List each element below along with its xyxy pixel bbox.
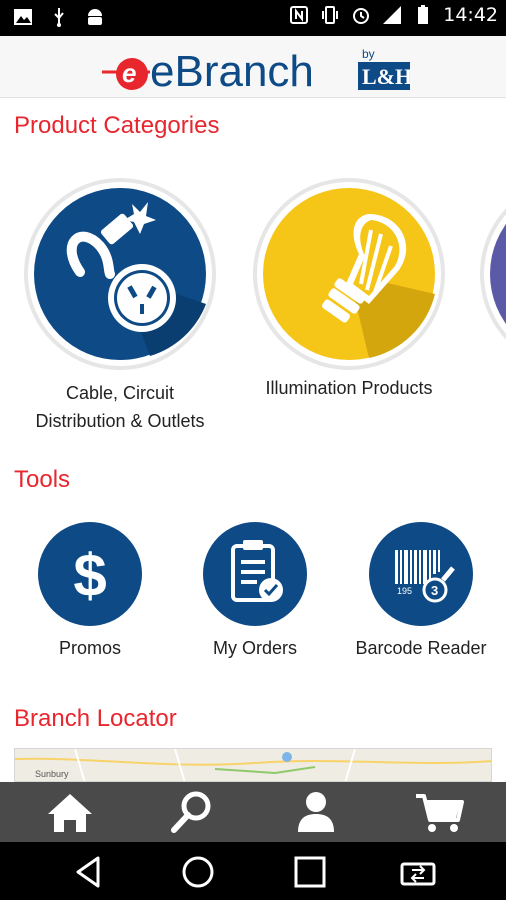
tool-label-barcode-reader: Barcode Reader [355,638,487,658]
barcode-icon: 195 3 [369,522,473,626]
map-town-label: Sunbury [35,769,69,779]
usb-icon [54,8,64,27]
svg-text:e: e [122,58,136,88]
category-label: Illumination Products [265,378,433,398]
ebranch-logo: e eBranch by L&H [102,47,412,96]
tab-search[interactable] [162,788,222,836]
vibrate-icon [322,6,339,24]
tool-barcode-reader[interactable]: 195 3 Barcode Reader [346,522,496,659]
app-header: e eBranch by L&H [0,36,506,98]
svg-text:3: 3 [431,583,438,598]
dollar-icon: $ [38,522,142,626]
search-icon [171,791,211,833]
nav-back-button[interactable] [70,854,110,890]
product-categories-title: Product Categories [14,112,220,139]
nfc-icon [290,6,309,24]
map-roads [15,749,491,781]
tool-promos[interactable]: $ Promos [15,522,165,659]
partial-category-icon [480,208,506,340]
home-icon [48,794,92,832]
recents-icon [294,856,326,888]
signal-icon [383,6,402,24]
home-circle-icon [182,856,214,888]
screen-switch-icon [400,862,436,886]
alarm-icon [353,8,370,24]
light-bulb-icon [253,178,445,370]
svg-text:195: 195 [397,586,412,596]
category-illumination[interactable]: Illumination Products [242,174,456,402]
cart-icon [416,794,464,832]
category-label-line1: Cable, Circuit [65,383,175,403]
status-bar: 14:42 [0,0,506,36]
branch-map[interactable]: Sunbury [14,748,492,782]
tab-home[interactable] [40,788,100,836]
category-label-line2: Distribution & Outlets [35,411,205,431]
tab-cart[interactable] [410,788,470,836]
svg-text:$: $ [73,542,106,609]
plug-outlet-icon [24,178,216,370]
clipboard-check-icon [203,522,307,626]
battery-icon [418,5,429,24]
tab-account[interactable] [286,788,346,836]
back-icon [76,856,100,888]
user-icon [298,792,334,832]
tool-label-promos: Promos [58,638,121,658]
bottom-tab-bar [0,782,506,842]
svg-text:by: by [362,47,375,61]
nav-home-button[interactable] [178,854,218,890]
status-time: 14:42 [443,4,498,26]
svg-text:eBranch: eBranch [150,47,314,96]
nav-recents-button[interactable] [290,854,330,890]
tool-label-my-orders: My Orders [212,638,297,658]
svg-text:L&H: L&H [362,64,412,89]
category-cable-circuit[interactable]: Cable, Circuit Distribution & Outlets [20,174,220,435]
category-partial[interactable] [476,174,506,379]
tools-title: Tools [14,466,71,493]
branch-locator-title: Branch Locator [14,705,177,732]
android-nav-bar [0,842,506,900]
nav-screen-switch-button[interactable] [398,854,438,890]
tool-my-orders[interactable]: My Orders [180,522,330,659]
image-notification-icon [14,9,32,25]
android-icon [88,9,102,25]
